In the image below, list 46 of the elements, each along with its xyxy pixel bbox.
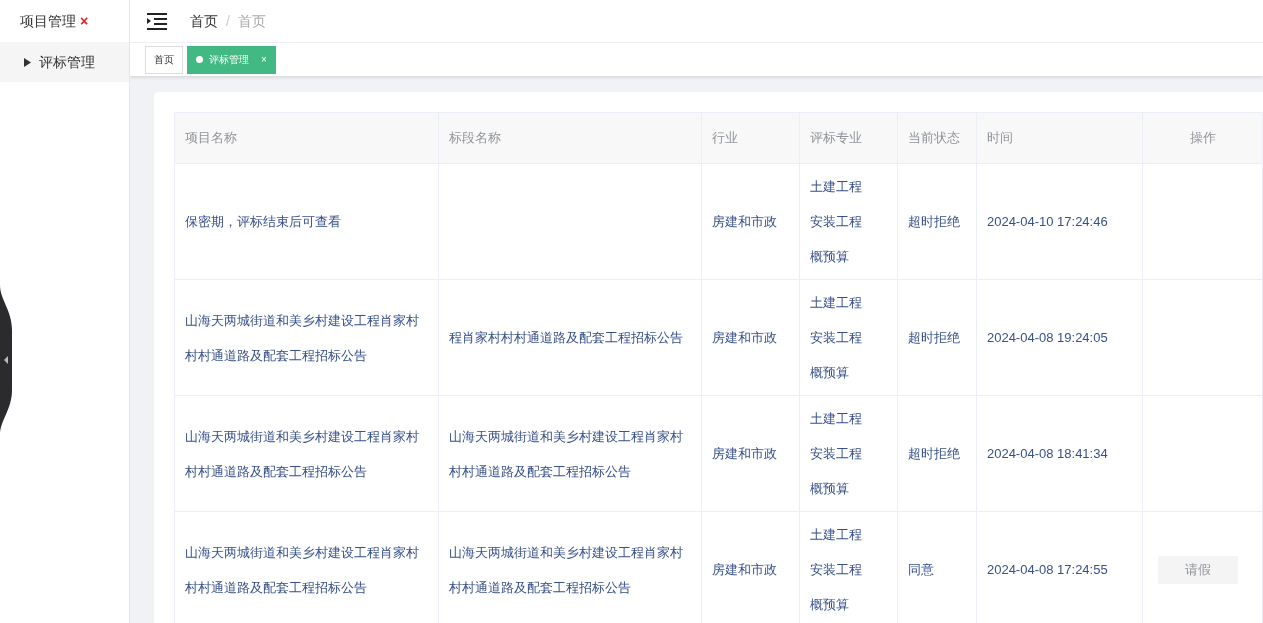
specialty-text: 土建工程 xyxy=(810,410,864,428)
table-cell: 房建和市政 xyxy=(701,163,800,280)
tab[interactable]: 首页 xyxy=(145,45,183,74)
table-cell: 程肖家村村村通道路及配套工程招标公告 xyxy=(438,279,702,396)
specialty-text: 概预算 xyxy=(810,596,851,614)
column-header: 项目名称 xyxy=(174,112,439,164)
specialty-text: 安装工程 xyxy=(810,561,864,579)
table-cell: 保密期，评标结束后可查看 xyxy=(174,163,439,280)
table-cell: 山海天两城街道和美乡村建设工程肖家村村村通道路及配套工程招标公告 xyxy=(174,279,439,396)
table-cell: 超时拒绝 xyxy=(897,395,977,512)
table-cell: 超时拒绝 xyxy=(897,279,977,396)
breadcrumb-item: 首页 xyxy=(237,11,266,31)
column-header: 标段名称 xyxy=(438,112,702,164)
table-cell: 2024-04-08 18:41:34 xyxy=(976,395,1143,512)
table-cell: 2024-04-08 19:24:05 xyxy=(976,279,1143,396)
column-header: 行业 xyxy=(701,112,800,164)
specialty-text: 概预算 xyxy=(810,248,851,266)
close-icon[interactable]: × xyxy=(261,52,267,67)
caret-icon xyxy=(24,57,31,67)
close-icon[interactable]: × xyxy=(80,10,89,32)
table-cell: 房建和市政 xyxy=(701,395,800,512)
table-cell: 山海天两城街道和美乡村建设工程肖家村村村通道路及配套工程招标公告 xyxy=(174,395,439,512)
specialty-text: 安装工程 xyxy=(810,329,864,347)
table-cell: 山海天两城街道和美乡村建设工程肖家村村村通道路及配套工程招标公告 xyxy=(438,395,702,512)
table-cell: 房建和市政 xyxy=(701,279,800,396)
specialty-text: 安装工程 xyxy=(810,213,864,231)
specialty-text: 土建工程 xyxy=(810,294,864,312)
sidebar-item[interactable]: 评标管理 xyxy=(0,42,129,82)
column-header: 时间 xyxy=(976,112,1143,164)
table-cell: 超时拒绝 xyxy=(897,163,977,280)
specialty-text: 土建工程 xyxy=(810,526,864,544)
column-header: 当前状态 xyxy=(897,112,977,164)
breadcrumb-item[interactable]: 首页 xyxy=(190,10,218,32)
specialty-text: 概预算 xyxy=(810,364,851,382)
specialty-text: 土建工程 xyxy=(810,178,864,196)
breadcrumb-separator: / xyxy=(226,11,230,31)
specialty-text: 概预算 xyxy=(810,480,851,498)
menu-icon[interactable] xyxy=(146,12,168,30)
column-header: 操作 xyxy=(1142,112,1263,164)
sidebar-title: 项目管理 xyxy=(20,11,76,31)
leave-button[interactable]: 请假 xyxy=(1158,555,1239,584)
tab[interactable]: 评标管理 × xyxy=(187,45,276,74)
table-cell: 2024-04-10 17:24:46 xyxy=(976,163,1143,280)
table-cell: 山海天两城街道和美乡村建设工程肖家村村村通道路及配套工程招标公告 xyxy=(174,511,439,623)
column-header: 评标专业 xyxy=(799,112,898,164)
specialty-text: 安装工程 xyxy=(810,445,864,463)
